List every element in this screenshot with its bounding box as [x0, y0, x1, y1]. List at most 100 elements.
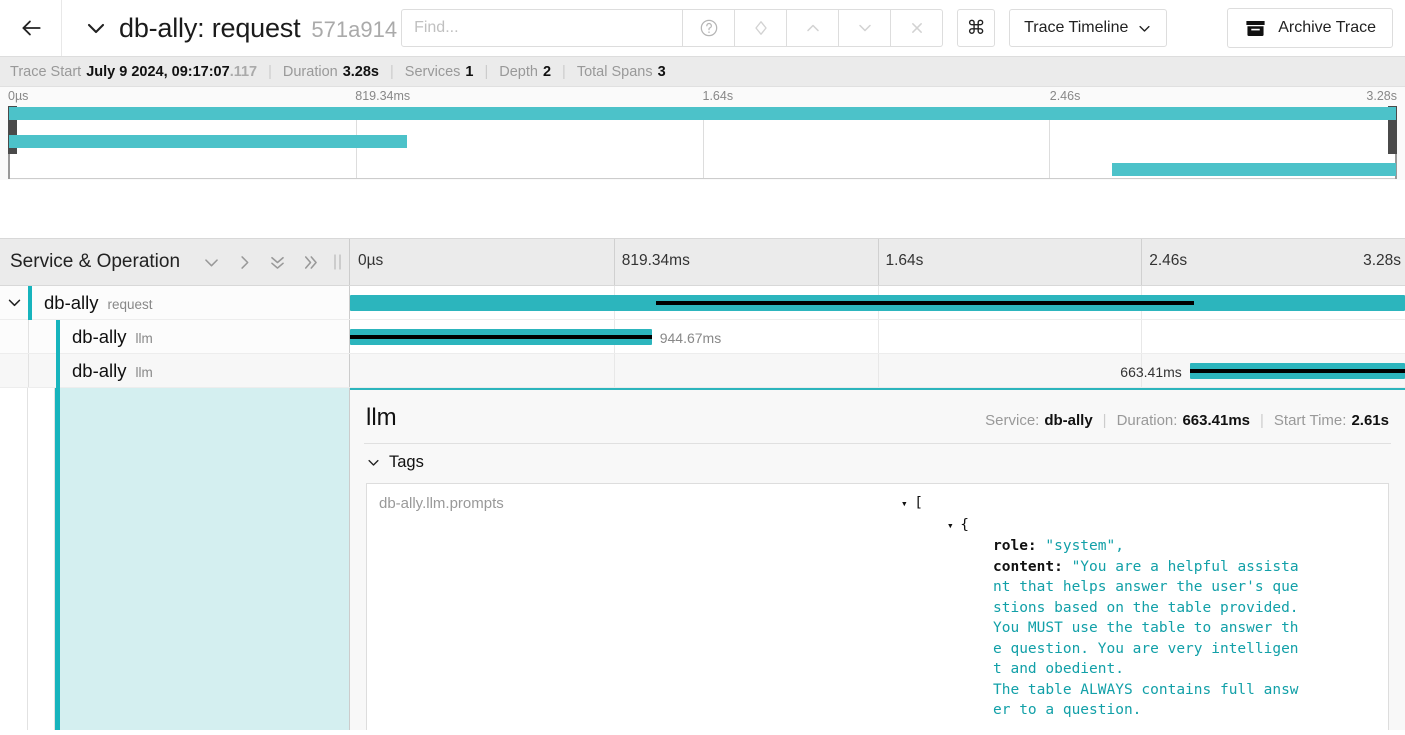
- chevron-down-icon: [205, 258, 218, 266]
- crosshair-icon: [754, 21, 767, 35]
- json-key: role:: [993, 538, 1037, 554]
- column-resize-handle[interactable]: [334, 254, 341, 270]
- detail-meta: Service: db-ally | Duration: 663.41ms | …: [985, 412, 1389, 429]
- minimap-tick: 0µs: [8, 89, 29, 103]
- json-punctuation: {: [960, 516, 969, 533]
- json-collapse-triangle[interactable]: ▾: [901, 497, 914, 510]
- collapse-all-button[interactable]: [301, 253, 320, 272]
- tags-section-toggle[interactable]: Tags: [364, 444, 1391, 481]
- trace-minimap[interactable]: 0µs 819.34ms 1.64s 2.46s 3.28s: [0, 87, 1405, 180]
- depth-label: Depth: [499, 63, 538, 80]
- arrow-left-icon: [21, 20, 41, 36]
- find-toolbar: [401, 9, 944, 47]
- back-button[interactable]: [0, 0, 62, 56]
- collapse-one-button[interactable]: [235, 253, 254, 272]
- minimap-tick: 1.64s: [702, 89, 734, 103]
- span-detail-content: llm Service: db-ally | Duration: 663.41m…: [350, 388, 1405, 730]
- json-line: er to a question.: [637, 700, 1388, 721]
- tag-key: db-ally.llm.prompts: [379, 495, 504, 512]
- span-row-bar-cell[interactable]: 944.67ms: [350, 320, 1405, 353]
- collapse-controls: [202, 253, 320, 272]
- minimap-span-bar: [9, 135, 408, 148]
- duration-label: Duration: [282, 63, 338, 80]
- span-child-duration-indicator: [350, 335, 652, 339]
- json-value: er to a question.: [993, 702, 1142, 718]
- span-row[interactable]: db-ally llm 663.41ms: [0, 353, 1405, 388]
- prev-match-button[interactable]: [787, 9, 840, 47]
- archive-trace-label: Archive Trace: [1278, 19, 1376, 36]
- timeline-tick: 819.34ms: [621, 252, 690, 269]
- span-label-group: db-ally llm: [60, 326, 153, 348]
- trace-start-value: July 9 2024, 09:17:07.117: [86, 63, 258, 80]
- json-value: The table ALWAYS contains full answ: [993, 681, 1299, 698]
- minimap-canvas[interactable]: [8, 106, 1397, 179]
- json-collapse-triangle[interactable]: ▾: [947, 519, 960, 532]
- span-row-bar-cell[interactable]: 663.41ms: [350, 354, 1405, 387]
- clear-search-button[interactable]: [891, 9, 944, 47]
- tag-value-json[interactable]: ▾ [▾ {role: "system", content: "You are a…: [637, 484, 1388, 730]
- span-indent-guide: [28, 354, 29, 387]
- detail-gutter-col-2: [28, 388, 55, 730]
- trace-start-label: Trace Start: [10, 63, 82, 80]
- chevron-down-icon: [87, 23, 105, 34]
- span-operation-name: llm: [135, 330, 153, 346]
- json-value: You MUST use the table to answer th: [993, 620, 1299, 636]
- minimap-span-bar: [9, 107, 1396, 120]
- span-label-group: db-ally request: [32, 292, 153, 314]
- depth-value: 2: [542, 63, 552, 80]
- detail-divider: |: [1260, 412, 1264, 429]
- meta-divider: |: [390, 63, 394, 80]
- search-help-button[interactable]: [683, 9, 736, 47]
- span-child-duration-indicator: [1189, 369, 1405, 373]
- span-row-label-cell[interactable]: db-ally llm: [0, 319, 350, 354]
- archive-box-icon: [1246, 20, 1265, 36]
- detail-operation-name: llm: [366, 404, 397, 431]
- timeline-gridline: [613, 354, 615, 387]
- search-input[interactable]: [401, 9, 684, 47]
- minimap-tick: 819.34ms: [355, 89, 411, 103]
- span-service-name: db-ally: [72, 325, 127, 347]
- span-row-label-cell[interactable]: db-ally request: [0, 285, 350, 320]
- json-value: stions based on the table provided.: [993, 599, 1299, 616]
- chevron-down-icon: [1139, 25, 1150, 32]
- span-detail-header: llm Service: db-ally | Duration: 663.41m…: [364, 390, 1391, 444]
- detail-duration-value: 663.41ms: [1182, 412, 1251, 429]
- expand-all-button[interactable]: [268, 253, 287, 272]
- detail-service-label: Service:: [985, 412, 1040, 429]
- focus-matches-button[interactable]: [735, 9, 788, 47]
- span-label-group: db-ally llm: [60, 360, 153, 382]
- keyboard-shortcuts-button[interactable]: ⌘: [957, 9, 996, 47]
- json-line: ▾ {: [637, 515, 1388, 537]
- timeline-gridline: [613, 239, 615, 285]
- timeline-tick: 3.28s: [1363, 252, 1401, 269]
- span-expand-toggle[interactable]: [0, 294, 28, 311]
- span-row-bar-cell[interactable]: [350, 286, 1405, 319]
- trace-title-caret[interactable]: [84, 16, 108, 40]
- span-row-label-cell[interactable]: db-ally llm: [0, 353, 350, 388]
- top-toolbar: db-ally: request 571a914 Find... ⌘ Trace…: [0, 0, 1405, 57]
- meta-divider: |: [562, 63, 566, 80]
- detail-divider: |: [1102, 412, 1107, 429]
- services-label: Services: [404, 63, 461, 80]
- span-duration-label: 944.67ms: [659, 330, 722, 346]
- json-line: nt that helps answer the user's que: [637, 577, 1388, 598]
- duration-value: 3.28s: [342, 63, 379, 80]
- json-value: e question. You are very intelligen: [993, 640, 1299, 657]
- meta-duration: Duration 3.28s: [283, 64, 379, 80]
- span-duration-label: 663.41ms: [1120, 364, 1182, 380]
- minimap-spacer: [0, 180, 1405, 238]
- minimap-span-bar: [1111, 163, 1396, 176]
- view-mode-select[interactable]: Trace Timeline: [1009, 9, 1168, 47]
- trace-title-group: db-ally: request 571a914: [62, 13, 397, 44]
- expand-one-button[interactable]: [202, 253, 221, 272]
- timeline-gridline: [1141, 320, 1143, 353]
- next-match-button[interactable]: [839, 9, 892, 47]
- archive-trace-button[interactable]: Archive Trace: [1227, 8, 1393, 48]
- span-row[interactable]: db-ally llm 944.67ms: [0, 319, 1405, 354]
- timeline-gridline: [877, 320, 879, 353]
- total-spans-label: Total Spans: [576, 63, 653, 80]
- span-row[interactable]: db-ally request: [0, 285, 1405, 320]
- timeline-gridline: [877, 354, 879, 387]
- trace-meta-bar: Trace Start July 9 2024, 09:17:07.117 | …: [0, 57, 1405, 87]
- json-value: t and obedient.: [993, 661, 1124, 677]
